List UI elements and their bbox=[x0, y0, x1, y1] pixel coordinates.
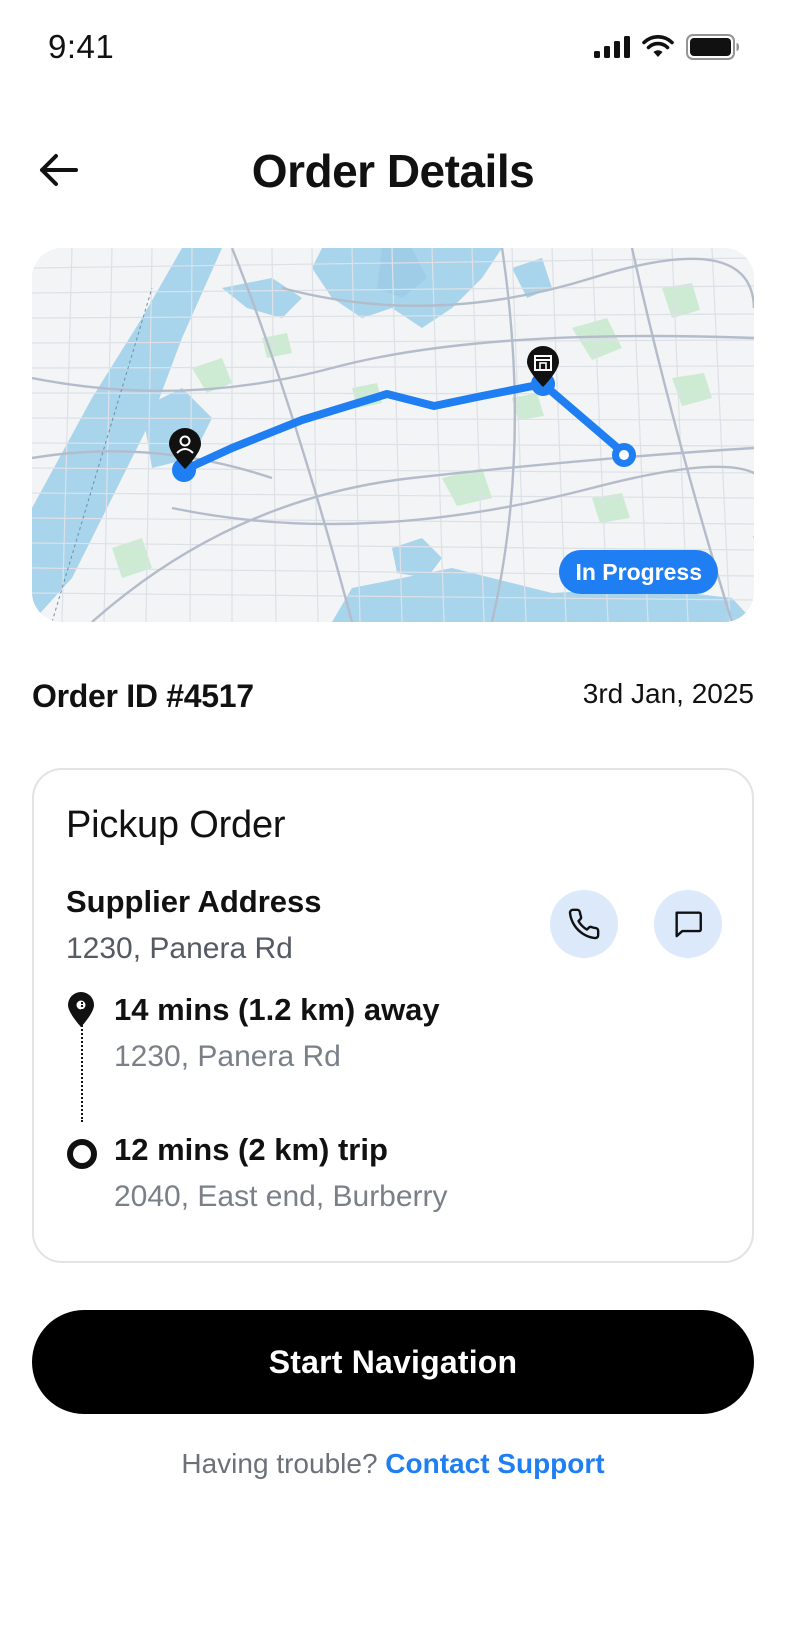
status-time: 9:41 bbox=[48, 28, 115, 65]
phone-icon bbox=[568, 908, 600, 940]
route-map[interactable]: In Progress bbox=[32, 248, 754, 622]
support-prompt: Having trouble? Contact Support bbox=[0, 1448, 786, 1480]
header: Order Details bbox=[0, 130, 786, 210]
call-button[interactable] bbox=[550, 890, 618, 958]
order-id: Order ID #4517 bbox=[32, 678, 254, 714]
route-connector bbox=[81, 1002, 83, 1122]
chat-icon bbox=[675, 911, 702, 938]
battery-icon bbox=[686, 34, 739, 60]
trip-distance: 12 mins (2 km) trip bbox=[114, 1132, 388, 1167]
customer-pin-icon bbox=[169, 428, 201, 469]
wifi-icon bbox=[642, 35, 674, 57]
supplier-label: Supplier Address bbox=[66, 884, 322, 919]
stop-address: 1230, Panera Rd bbox=[114, 1040, 341, 1073]
status-badge: In Progress bbox=[559, 550, 718, 594]
start-navigation-button[interactable]: Start Navigation bbox=[32, 1310, 754, 1414]
stop-distance: 14 mins (1.2 km) away bbox=[114, 992, 440, 1027]
order-summary: Order ID #4517 3rd Jan, 2025 bbox=[32, 672, 754, 722]
pickup-card: Pickup Order Supplier Address 1230, Pane… bbox=[32, 768, 754, 1263]
page-title: Order Details bbox=[251, 145, 535, 197]
order-date: 3rd Jan, 2025 bbox=[582, 678, 754, 709]
store-pin-icon bbox=[527, 346, 559, 387]
card-title: Pickup Order bbox=[66, 804, 286, 846]
destination-address: 2040, East end, Burberry bbox=[114, 1180, 448, 1213]
support-text: Having trouble? bbox=[181, 1448, 378, 1479]
status-bar: 9:41 bbox=[0, 0, 786, 100]
message-button[interactable] bbox=[654, 890, 722, 958]
destination-circle-icon bbox=[67, 1139, 97, 1169]
contact-support-link[interactable]: Contact Support bbox=[385, 1448, 604, 1479]
status-icons bbox=[594, 34, 740, 60]
supplier-address: 1230, Panera Rd bbox=[66, 932, 293, 965]
cellular-signal-icon bbox=[594, 36, 630, 58]
